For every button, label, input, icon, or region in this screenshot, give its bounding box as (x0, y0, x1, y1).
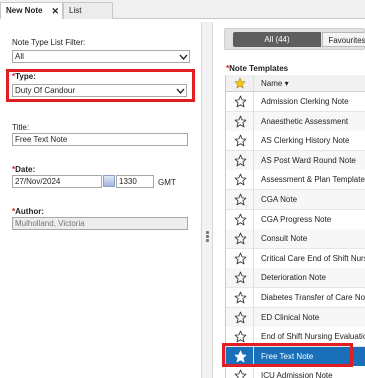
splitter-grip (206, 239, 209, 242)
template-name: AS Post Ward Round Note (261, 155, 356, 165)
tab-new-note-label: New Note (6, 6, 43, 15)
star-icon (234, 134, 247, 147)
filter-select[interactable]: All (12, 50, 190, 63)
author-input: Mulholland, Victoria (12, 217, 188, 230)
star-icon (234, 77, 246, 89)
favourite-toggle[interactable] (226, 190, 254, 209)
chevron-down-icon (179, 54, 188, 61)
favourite-toggle[interactable] (226, 229, 254, 249)
star-icon (234, 252, 247, 265)
star-icon (234, 311, 247, 323)
template-row[interactable]: CGA Progress Note (226, 209, 365, 230)
favourite-toggle[interactable] (226, 288, 254, 307)
favourite-toggle[interactable] (226, 366, 254, 378)
tab-list-label: List (69, 6, 82, 15)
tab-new-note[interactable]: New Note ✕ (0, 2, 63, 19)
favourite-toggle[interactable] (226, 268, 254, 288)
sort-arrow-icon: ▾ (284, 79, 289, 88)
star-icon (234, 174, 247, 186)
template-name: AS Clerking History Note (261, 136, 350, 146)
favourite-toggle[interactable] (226, 111, 254, 131)
document-tab-strip: New Note ✕ List (0, 0, 365, 19)
favourite-toggle[interactable] (226, 170, 254, 190)
filter-label: Note Type List Filter: (12, 38, 86, 47)
close-icon[interactable]: ✕ (51, 3, 59, 19)
time-input[interactable]: 1330 (116, 175, 154, 188)
template-row[interactable]: ED Clinical Note (226, 307, 365, 328)
selected-template-highlight (222, 343, 353, 367)
template-row[interactable]: Critical Care End of Shift Nursi (226, 248, 365, 269)
templates-grid: Name ▾ Admission Clerking Note Anaestheti… (225, 75, 365, 378)
template-row[interactable]: Deterioration Note (226, 268, 365, 289)
star-icon (234, 272, 247, 284)
templates-grid-header: Name ▾ (226, 75, 365, 92)
star-icon (234, 291, 247, 304)
title-input-value: Free Text Note (15, 135, 68, 144)
template-name: ED Clinical Note (261, 312, 320, 322)
template-name: Deterioration Note (261, 273, 326, 283)
templates-heading-text: Note Templates (229, 64, 289, 73)
splitter-grip (206, 231, 209, 234)
title-input[interactable]: Free Text Note (12, 133, 188, 146)
template-name: Assessment & Plan Template (261, 175, 365, 185)
type-field-highlight (6, 69, 195, 102)
star-icon (234, 115, 247, 127)
template-filter-bar: All (44) Favourites (224, 28, 365, 50)
date-label-text: Date: (15, 165, 36, 174)
favourite-toggle[interactable] (226, 92, 254, 111)
timezone-label: GMT (158, 178, 176, 187)
name-column-header[interactable]: Name ▾ (261, 75, 289, 92)
date-input[interactable]: 27/Nov/2024 (12, 175, 102, 188)
template-name: CGA Progress Note (261, 214, 332, 224)
template-row[interactable]: Diabetes Transfer of Care Note (226, 288, 365, 308)
templates-heading: *Note Templates (226, 64, 288, 73)
template-row[interactable]: CGA Note (226, 190, 365, 210)
template-name: Diabetes Transfer of Care Note (261, 293, 365, 302)
template-name: Consult Note (261, 234, 308, 244)
template-name: Critical Care End of Shift Nursi (261, 253, 365, 263)
filter-tab-all[interactable]: All (44) (233, 32, 321, 47)
star-icon (234, 154, 247, 167)
star-icon (234, 193, 247, 206)
template-name: Anaesthetic Assessment (261, 116, 349, 126)
template-row[interactable]: Anaesthetic Assessment (226, 111, 365, 132)
splitter-grip (206, 235, 209, 238)
calendar-icon[interactable] (103, 175, 115, 187)
star-icon (234, 370, 247, 378)
name-column-label: Name (261, 79, 283, 88)
title-label: Title: (12, 123, 30, 132)
filter-select-value: All (15, 52, 24, 61)
favourite-toggle[interactable] (226, 131, 254, 151)
template-row[interactable]: ICU Admission Note (226, 366, 365, 378)
filter-tab-favourites[interactable]: Favourites (322, 32, 365, 47)
tab-list[interactable]: List (63, 2, 113, 19)
template-row[interactable]: Assessment & Plan Template (226, 170, 365, 191)
favourite-toggle[interactable] (226, 307, 254, 327)
time-input-value: 1330 (119, 177, 137, 186)
star-icon (234, 330, 247, 343)
template-row[interactable]: AS Clerking History Note (226, 131, 365, 152)
star-icon (234, 232, 247, 245)
template-row[interactable]: AS Post Ward Round Note (226, 150, 365, 171)
date-label: *Date: (12, 165, 35, 174)
author-label-text: Author: (15, 207, 45, 216)
pane-splitter[interactable] (201, 22, 213, 378)
favourite-toggle[interactable] (226, 209, 254, 229)
favourite-toggle[interactable] (226, 248, 254, 268)
template-name: Admission Clerking Note (261, 97, 349, 106)
author-input-value: Mulholland, Victoria (15, 219, 85, 228)
template-name: ICU Admission Note (261, 371, 333, 378)
template-name: CGA Note (261, 195, 298, 204)
author-label: *Author: (12, 207, 44, 216)
star-icon (234, 213, 247, 225)
template-row[interactable]: Admission Clerking Note (226, 92, 365, 112)
date-input-value: 27/Nov/2024 (15, 177, 61, 186)
favourite-column-header[interactable] (226, 75, 254, 91)
template-row[interactable]: Consult Note (226, 229, 365, 250)
star-icon (234, 95, 247, 108)
favourite-toggle[interactable] (226, 150, 254, 170)
